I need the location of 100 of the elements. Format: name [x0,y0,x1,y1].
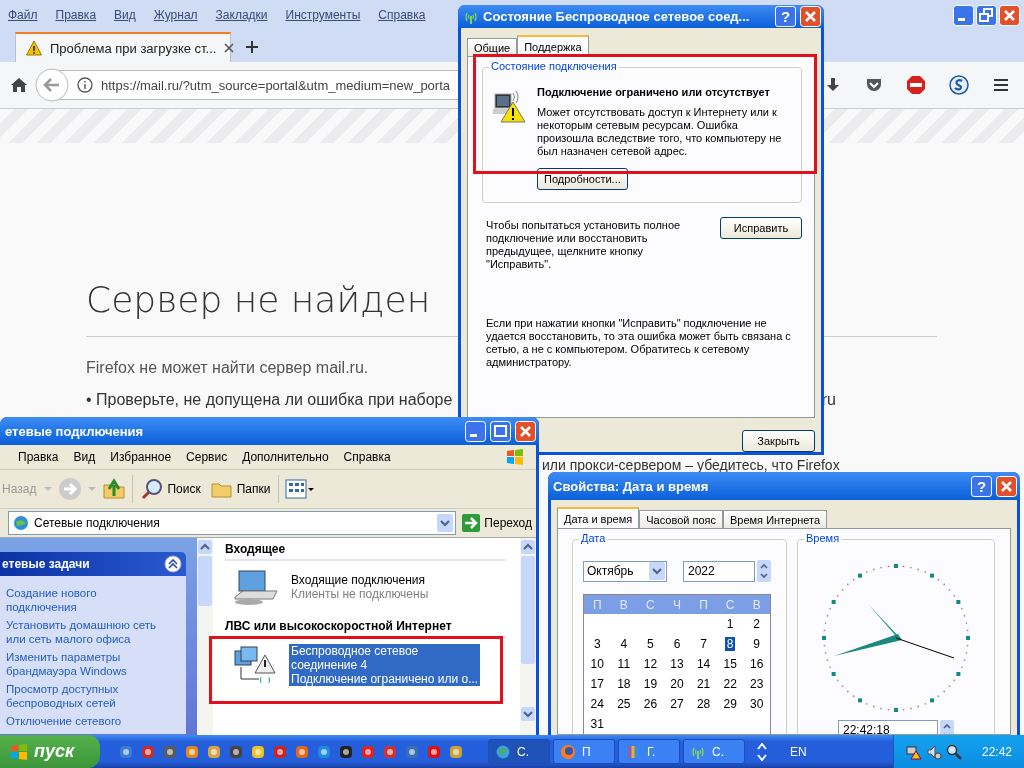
menu-item[interactable]: Вид [73,450,96,464]
close-button[interactable] [996,475,1017,497]
pocket-icon[interactable] [865,76,883,94]
menu-item[interactable]: Правка [55,8,97,22]
menu-item[interactable]: Справка [343,450,391,464]
back-icon[interactable] [35,68,69,102]
calendar-day[interactable]: 12 [641,657,660,671]
app-icon[interactable] [426,743,442,760]
time-field[interactable]: 22:42:18 [838,720,938,734]
menu-item[interactable]: Файл [8,8,38,22]
calendar-day[interactable]: 8 [724,637,736,651]
calendar-day[interactable]: 9 [751,637,763,651]
calendar-day[interactable]: 30 [748,697,766,711]
app-icon[interactable] [338,743,354,760]
task-link[interactable]: Установить домашнюю сеть или сеть малого офиса [6,618,186,646]
calendar-day[interactable]: 13 [668,657,686,671]
close-dialog-button[interactable]: Закрыть [742,430,815,452]
info-icon[interactable] [77,77,93,93]
close-button[interactable] [999,4,1020,26]
details-button[interactable]: Подробности... [537,168,628,190]
calendar-day[interactable]: 25 [615,697,633,711]
calendar-day[interactable]: 20 [668,677,686,691]
task-pane-header[interactable]: етевые задачи [0,552,186,576]
close-button[interactable] [800,6,821,27]
tab[interactable]: Дата и время [557,507,640,528]
menu-item[interactable]: Правка [18,450,59,464]
collapse-icon[interactable] [164,555,182,573]
calendar-day[interactable]: 29 [721,697,739,711]
scroll-thumb[interactable] [198,556,212,606]
calendar-day[interactable]: 26 [641,697,660,711]
taskbar-button[interactable]: П [553,739,615,764]
folders-button[interactable]: Папки [208,478,273,500]
calendar-day[interactable]: 6 [671,637,683,651]
menu-item[interactable]: Справка [378,8,426,22]
app-icon[interactable] [162,743,178,760]
tab[interactable]: Время Интернета [723,510,828,528]
app-icon[interactable] [140,743,156,760]
taskbar-button[interactable]: С. [488,739,550,764]
app-icon[interactable] [360,743,376,760]
tab[interactable]: Часовой пояс [639,510,723,528]
app-icon[interactable] [294,743,310,760]
calendar-day[interactable]: 31 [588,717,606,731]
month-dropdown[interactable]: Октябрь [583,560,667,582]
task-link[interactable]: Изменить параметры брандмауэра Windows [6,650,186,678]
app-icon[interactable] [184,743,200,760]
repair-button[interactable]: Исправить [720,217,802,239]
task-link[interactable]: Просмотр доступных беспроводных сетей [6,682,186,710]
browser-tab[interactable]: Проблема при загрузке ст... [15,32,231,62]
calendar-day[interactable]: 4 [618,637,630,651]
calendar-day[interactable]: 1 [724,617,736,631]
app-icon[interactable] [404,743,420,760]
menu-item[interactable]: Вид [114,8,136,22]
speaker-icon[interactable] [925,743,942,760]
scrollbar[interactable] [520,538,536,735]
app-icon[interactable] [272,743,288,760]
app-icon[interactable] [206,743,222,760]
taskbar-button[interactable]: Г. [618,739,680,764]
calendar-day[interactable]: 28 [694,697,713,711]
app-icon[interactable] [382,743,398,760]
calendar-day[interactable]: 17 [588,677,606,691]
menu-item[interactable]: Журнал [153,8,198,22]
scrollbar[interactable] [197,538,213,735]
restore-button[interactable] [976,4,997,26]
tab[interactable]: Поддержка [517,35,589,56]
app-icon[interactable] [448,743,464,760]
connection-label[interactable]: Входящие подключения Клиенты не подключены [289,573,431,601]
views-icon[interactable] [285,478,316,500]
extension-icon[interactable] [949,75,969,95]
close-icon[interactable] [224,43,235,53]
menu-icon[interactable] [992,76,1010,94]
calendar-day[interactable]: 10 [588,657,606,671]
app-icon[interactable] [250,743,266,760]
task-link[interactable]: Создание нового подключения [6,586,186,614]
calendar-day[interactable]: 11 [615,657,633,671]
scroll-up-icon[interactable] [198,540,212,554]
scroll-thumb[interactable] [521,556,535,664]
help-button[interactable]: ? [971,475,992,497]
minimize-button[interactable] [465,420,486,442]
scroll-down-icon[interactable] [521,707,535,721]
up-folder-icon[interactable] [102,477,127,501]
calendar-day[interactable]: 2 [751,617,763,631]
calendar-day[interactable]: 19 [641,677,660,691]
calendar-day[interactable]: 15 [721,657,739,671]
network-warning-icon[interactable] [905,743,922,760]
calendar-day[interactable]: 24 [588,697,606,711]
calendar-day[interactable]: 21 [694,677,713,691]
calendar-day[interactable]: 27 [668,697,686,711]
year-field[interactable]: 2022 [683,560,755,582]
menu-item[interactable]: Сервис [186,450,228,464]
app-icon[interactable] [316,743,332,760]
taskbar-button[interactable]: С. [683,739,745,764]
scroll-up-icon[interactable] [521,540,535,554]
computer-icon[interactable] [233,567,281,607]
menu-item[interactable]: Дополнительно [242,450,329,464]
scroll-arrows-icon[interactable] [756,740,768,763]
search-button[interactable]: Поиск [139,478,203,500]
tab[interactable]: Общие [467,38,518,56]
app-icon[interactable] [118,743,134,760]
calendar-day[interactable]: 18 [615,677,633,691]
calendar-day[interactable]: 7 [698,637,709,651]
